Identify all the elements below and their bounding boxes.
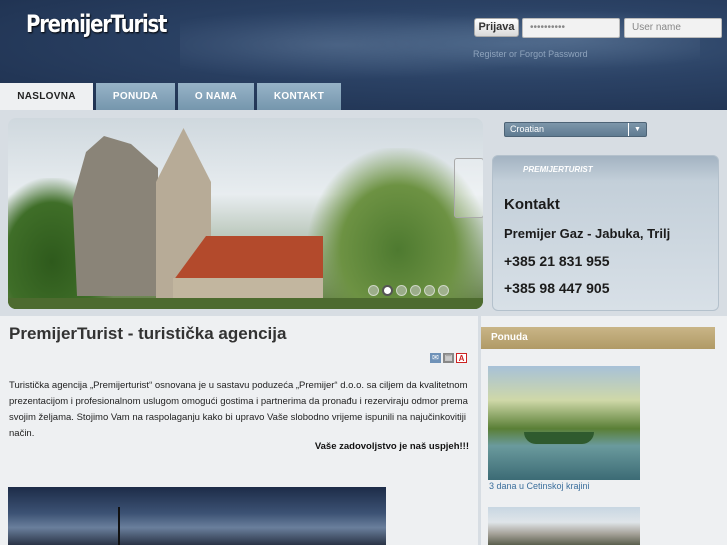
pdf-icon[interactable]: A [456,353,467,363]
tab-kontakt[interactable]: KONTAKT [257,83,341,110]
tab-o-nama[interactable]: O NAMA [178,83,254,110]
motto-text: Vaše zadovoljstvo je naš uspjeh!!! [314,441,469,452]
language-select[interactable]: Croatian ▼ [504,122,647,137]
article-tools: ✉ ▤ A [430,353,467,363]
slider-dot[interactable] [424,285,435,296]
contact-phone-1: +385 21 831 955 [504,253,610,269]
email-icon[interactable]: ✉ [430,353,441,363]
image-slider[interactable] [8,118,483,309]
slider-dot[interactable] [368,285,379,296]
print-icon[interactable]: ▤ [443,353,454,363]
links-separator: or [509,49,518,59]
password-field[interactable]: •••••••••• [522,18,620,38]
contact-company: Premijer Gaz - Jabuka, Trilj [504,226,671,241]
slide-ground [8,298,483,309]
slider-dot-active[interactable] [382,285,393,296]
photo-mast [118,507,120,545]
site-logo[interactable]: PremijerTurist [26,10,167,38]
login-button[interactable]: Prijava [474,18,519,37]
offer-image[interactable] [488,366,640,480]
offer-link[interactable]: 3 dana u Cetinskoj krajini [489,481,590,491]
article-photo [8,487,386,545]
chevron-down-icon[interactable]: ▼ [628,123,646,136]
forgot-password-link[interactable]: Forgot Password [520,49,588,59]
offers-header: Ponuda [481,327,715,349]
register-link[interactable]: Register [473,49,507,59]
language-selected: Croatian [510,124,545,134]
offer-image[interactable] [488,507,640,545]
offer-boat [524,432,594,444]
contact-box: PREMIJERTURIST Kontakt Premijer Gaz - Ja… [492,155,719,311]
username-field[interactable]: User name [624,18,722,38]
slide-widget-overlay [454,158,483,218]
contact-phone-2: +385 98 447 905 [504,280,610,296]
contact-brand: PREMIJERTURIST [523,165,593,174]
intro-paragraph: Turistička agencija „Premijerturist“ osn… [9,380,468,439]
slider-dot[interactable] [438,285,449,296]
tab-naslovna[interactable]: NASLOVNA [0,83,93,110]
account-links: Register or Forgot Password [473,49,588,59]
slider-dot[interactable] [396,285,407,296]
page-title: PremijerTurist - turistička agencija [9,324,287,343]
slider-pagination [368,285,449,296]
tab-ponuda[interactable]: PONUDA [96,83,175,110]
contact-title: Kontakt [504,196,560,213]
slider-dot[interactable] [410,285,421,296]
slide-ruin [72,136,158,296]
